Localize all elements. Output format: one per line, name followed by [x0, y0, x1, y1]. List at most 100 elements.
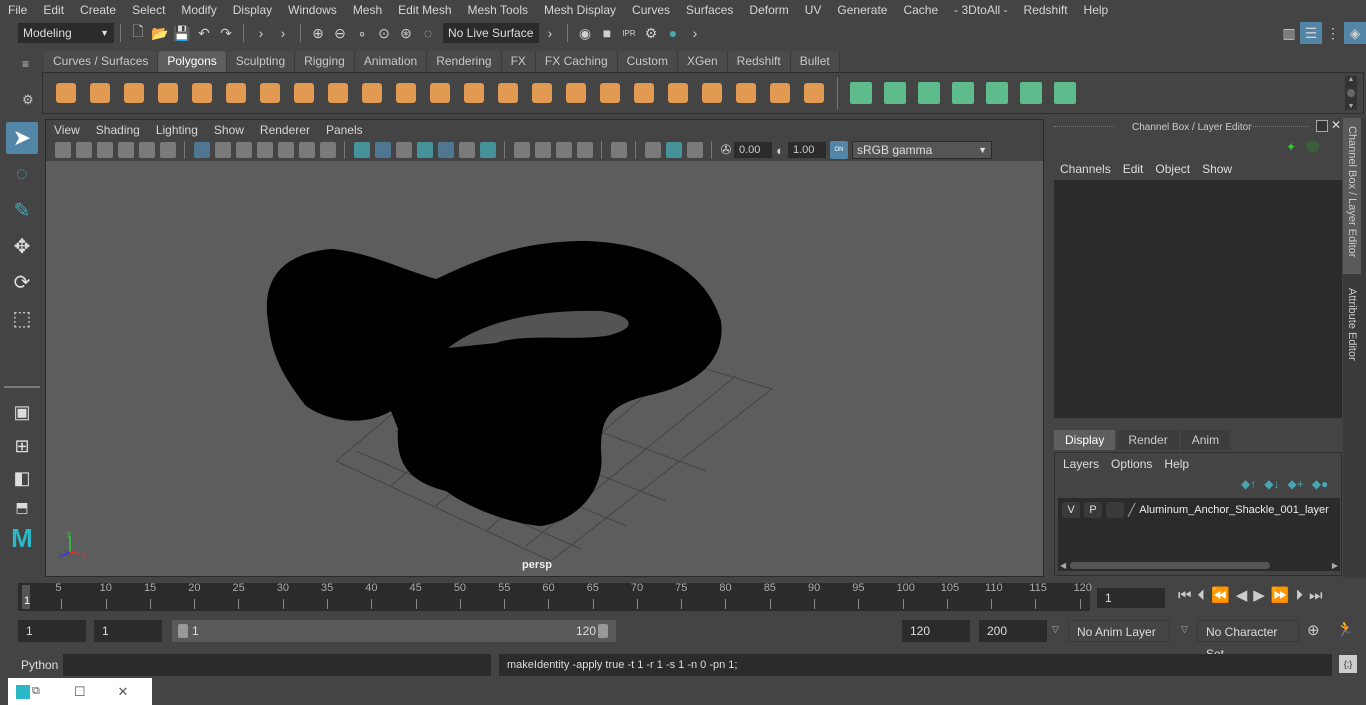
snap-curve-icon[interactable]: ⊖: [329, 22, 351, 44]
attribute-editor-toggle-icon[interactable]: ☰: [1300, 22, 1322, 44]
ipr-render-icon[interactable]: IPR: [618, 22, 640, 44]
shelf-tab-custom[interactable]: Custom: [617, 51, 678, 72]
menu-surfaces[interactable]: Surfaces: [678, 3, 741, 17]
viewport-menu-panels[interactable]: Panels: [318, 123, 371, 137]
menu-windows[interactable]: Windows: [280, 3, 345, 17]
depth-of-field-icon[interactable]: [576, 142, 593, 158]
shelf-tab-curves-surfaces[interactable]: Curves / Surfaces: [44, 51, 159, 72]
go-to-end-icon[interactable]: ⏭: [1309, 587, 1323, 604]
shelf-button-cone[interactable]: [154, 79, 182, 107]
shelf-button-cube[interactable]: [86, 79, 114, 107]
shelf-button-torus[interactable]: [222, 79, 250, 107]
shelf-button-bevel-edge[interactable]: [698, 79, 726, 107]
layer-color-swatch[interactable]: [1106, 502, 1124, 518]
safe-title-icon[interactable]: [319, 142, 336, 158]
layer-row[interactable]: V P ╱ Aluminum_Anchor_Shackle_001_layer: [1058, 498, 1340, 522]
hypershade-icon[interactable]: ●: [662, 22, 684, 44]
paint-select-tool[interactable]: ✎: [6, 194, 38, 226]
scroll-up-icon[interactable]: ▲: [1348, 76, 1355, 83]
shelf-button-bevel[interactable]: [528, 79, 556, 107]
xray-joints-icon[interactable]: [644, 142, 661, 158]
move-layer-up-icon[interactable]: ◆↑: [1241, 477, 1256, 491]
shelf-button-fill-hole[interactable]: [732, 79, 760, 107]
minimized-window[interactable]: ⧉ ☐ ✕: [8, 678, 152, 705]
shelf-button-extrude[interactable]: [596, 79, 624, 107]
use-lights-icon[interactable]: [458, 142, 475, 158]
range-slider[interactable]: 1 120: [172, 620, 616, 642]
shelf-button-target-weld[interactable]: [664, 79, 692, 107]
close-panel-icon[interactable]: ✕: [1331, 118, 1341, 132]
menu-create[interactable]: Create: [72, 3, 124, 17]
layer-name[interactable]: Aluminum_Anchor_Shackle_001_layer: [1139, 504, 1329, 516]
menu-curves[interactable]: Curves: [624, 3, 678, 17]
shelf-button-cylinder[interactable]: [120, 79, 148, 107]
shelf-button-plane[interactable]: [188, 79, 216, 107]
smooth-shade-icon[interactable]: [374, 142, 391, 158]
layer-menu-layers[interactable]: Layers: [1057, 457, 1105, 471]
menu-file[interactable]: File: [0, 3, 35, 17]
anti-alias-icon[interactable]: [555, 142, 572, 158]
shelf-button-boolean[interactable]: [460, 79, 488, 107]
menu-display[interactable]: Display: [225, 3, 280, 17]
wireframe-on-shaded-icon[interactable]: [395, 142, 412, 158]
time-slider[interactable]: 1 5 10 15 20 25 30 35 40 45 50 55 60 65 70 75 80 85 90 95 1…: [18, 582, 1092, 611]
collapse-arrow-icon[interactable]: ›: [272, 22, 294, 44]
scroll-handle[interactable]: [1347, 89, 1355, 97]
anim-layer-dropdown[interactable]: No Anim Layer: [1068, 620, 1170, 642]
move-layer-down-icon[interactable]: ◆↓: [1264, 477, 1279, 491]
render-frame-icon[interactable]: ■: [596, 22, 618, 44]
save-scene-icon[interactable]: 💾: [171, 22, 193, 44]
command-language-label[interactable]: Python: [21, 658, 58, 672]
new-scene-icon[interactable]: 🗋: [127, 22, 149, 44]
single-perspective-layout[interactable]: ▣: [6, 396, 38, 428]
play-backwards-icon[interactable]: ◀: [1236, 586, 1248, 604]
channel-list-area[interactable]: [1054, 180, 1342, 418]
layer-visibility-toggle[interactable]: V: [1062, 502, 1080, 518]
scroll-right-icon[interactable]: ▶: [1332, 561, 1338, 570]
shelf-button-pipe[interactable]: [290, 79, 318, 107]
shelf-button-uv-editor[interactable]: [1017, 79, 1045, 107]
new-layer-icon[interactable]: ◆+: [1287, 477, 1303, 491]
2d-pan-zoom-icon[interactable]: [138, 142, 155, 158]
step-forward-frame-icon[interactable]: ⏵: [1296, 587, 1304, 604]
auto-key-icon[interactable]: ⊕: [1307, 621, 1320, 639]
scale-tool[interactable]: ⬚: [6, 302, 38, 334]
shelf-tab-fx-caching[interactable]: FX Caching: [535, 51, 618, 72]
playback-start-field[interactable]: 1: [94, 620, 162, 642]
menu-3dtoall[interactable]: - 3DtoAll -: [946, 3, 1015, 17]
motion-blur-icon[interactable]: [534, 142, 551, 158]
camera-select-icon[interactable]: [54, 142, 71, 158]
shelf-button-extract[interactable]: [494, 79, 522, 107]
shelf-button-spherical-uv[interactable]: [915, 79, 943, 107]
film-gate-icon[interactable]: [214, 142, 231, 158]
close-window-icon[interactable]: ✕: [118, 684, 129, 700]
panel-drag-handle[interactable]: [1054, 126, 1114, 127]
snap-view-plane-icon[interactable]: ⊙: [373, 22, 395, 44]
snap-point-icon[interactable]: ∘: [351, 22, 373, 44]
shelf-button-pyramid[interactable]: [256, 79, 284, 107]
menu-modify[interactable]: Modify: [173, 3, 224, 17]
channel-box-menu-show[interactable]: Show: [1196, 162, 1238, 176]
play-forwards-icon[interactable]: ▶: [1253, 586, 1265, 604]
menu-redshift[interactable]: Redshift: [1016, 3, 1076, 17]
menu-uv[interactable]: UV: [797, 3, 830, 17]
shelf-button-multi-cut[interactable]: [630, 79, 658, 107]
float-panel-icon[interactable]: [1316, 120, 1328, 132]
bookmark-icon[interactable]: [96, 142, 113, 158]
shelf-tab-rendering[interactable]: Rendering: [427, 51, 502, 72]
mode-dropdown[interactable]: Modeling ▼: [18, 23, 114, 43]
four-view-layout[interactable]: ⊞: [6, 432, 38, 460]
shelf-scrollbar[interactable]: ▲ ▼: [1345, 76, 1357, 110]
viewport-panel[interactable]: View Shading Lighting Show Renderer Panels: [45, 119, 1044, 577]
end-time-field[interactable]: 200: [979, 620, 1047, 642]
playback-end-field[interactable]: 120: [902, 620, 970, 642]
shelf-tab-xgen[interactable]: XGen: [677, 51, 728, 72]
shelf-menu-icon[interactable]: ≡: [22, 57, 29, 71]
side-tab-attribute-editor[interactable]: Attribute Editor: [1343, 280, 1361, 369]
character-set-menu-icon[interactable]: ▽: [1181, 624, 1188, 635]
shelf-button-layout[interactable]: [1051, 79, 1079, 107]
camera-attributes-icon[interactable]: [75, 142, 92, 158]
shelf-button-automatic-uv[interactable]: [949, 79, 977, 107]
viewport-canvas[interactable]: [46, 161, 1043, 576]
viewport-menu-show[interactable]: Show: [206, 123, 252, 137]
